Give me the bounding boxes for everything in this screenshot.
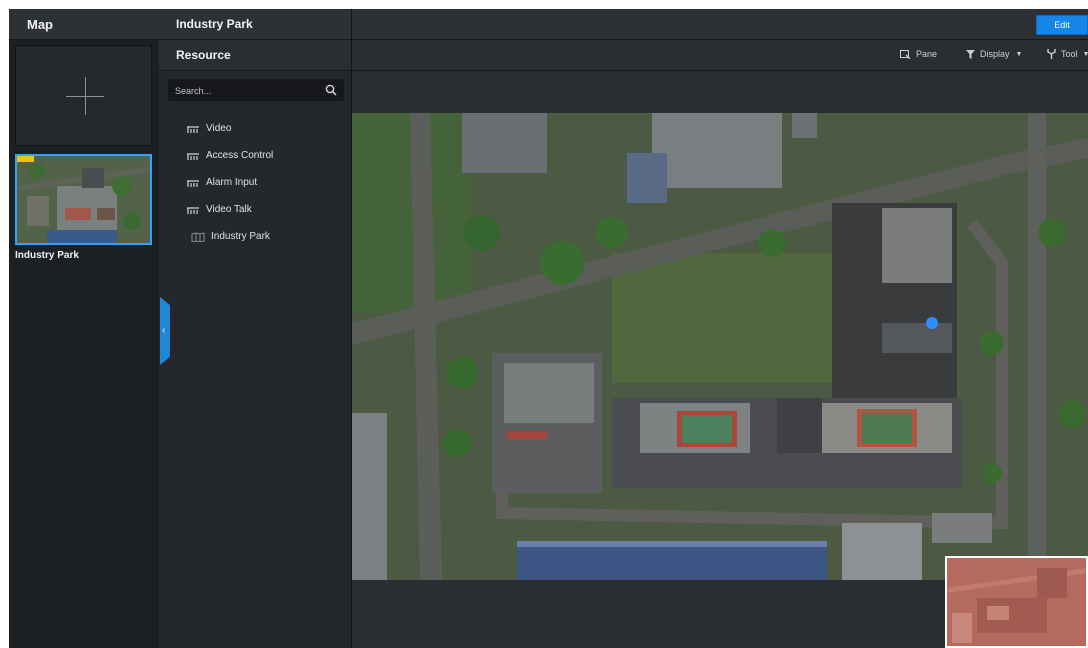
device-tree-icon [187,125,199,133]
filter-icon [966,49,975,59]
map-panel-title: Map [9,9,159,40]
tree-item-label: Video [206,123,232,134]
display-dropdown[interactable]: Display ▼ [966,49,1022,59]
map-canvas[interactable] [352,113,1088,580]
tree-item-access-control[interactable]: Access Control [186,142,273,169]
search-icon[interactable] [325,84,337,96]
map-flag-indicator [17,156,34,162]
device-tree-icon [187,152,199,160]
edit-button[interactable]: Edit [1036,15,1088,35]
pane-icon [900,49,911,59]
resource-panel: Industry Park Resource Video Access Cont… [159,9,352,648]
map-icon [191,231,205,242]
tree-item-video-talk[interactable]: Video Talk [186,196,273,223]
caret-down-icon: ▼ [1015,50,1023,58]
pane-button[interactable]: Pane [900,49,937,59]
plus-icon-vertical [85,77,86,115]
satellite-map-image [352,113,1088,580]
map-thumbnail-image [17,156,150,243]
tree-item-label: Alarm Input [206,177,258,188]
tree-item-video[interactable]: Video [186,115,273,142]
add-map-button[interactable] [15,45,152,146]
caret-down-icon: ▼ [1082,50,1088,58]
map-name-header: Industry Park [159,9,351,40]
search-input[interactable] [168,79,327,103]
chevron-left-icon: ‹ [162,325,166,336]
device-marker[interactable] [926,317,938,329]
app-window: Map Industry Park Industry Park Resource… [9,9,1088,648]
device-tree-icon [187,206,199,214]
device-tree-icon [187,179,199,187]
tree-item-label: Video Talk [206,204,252,215]
display-label: Display [980,49,1010,59]
tree-item-industry-park[interactable]: Industry Park [186,223,273,250]
map-panel: Map Industry Park [9,9,160,648]
tool-dropdown[interactable]: Tool ▼ [1047,49,1088,59]
pane-label: Pane [916,49,938,59]
map-thumbnail-label: Industry Park [15,250,79,261]
tool-label: Tool [1061,49,1078,59]
top-bar: Edit [352,9,1088,40]
search-box [168,79,344,103]
tree-item-alarm-input[interactable]: Alarm Input [186,169,273,196]
tree-item-label: Access Control [206,150,274,161]
tree-item-label: Industry Park [211,231,270,242]
minimap-image [947,558,1086,646]
map-toolbar: Pane Display ▼ Tool ▼ [352,40,1088,71]
tool-icon [1047,49,1056,59]
map-workspace: Edit Pane Display ▼ Tool ▼ [352,9,1088,648]
minimap[interactable] [945,556,1088,648]
collapse-panel-handle[interactable]: ‹ [160,297,170,365]
resource-title: Resource [159,40,351,71]
map-thumbnail[interactable] [15,154,152,245]
resource-tree: Video Access Control Alarm Input Video T… [186,115,273,250]
map-top-margin [352,71,1088,114]
